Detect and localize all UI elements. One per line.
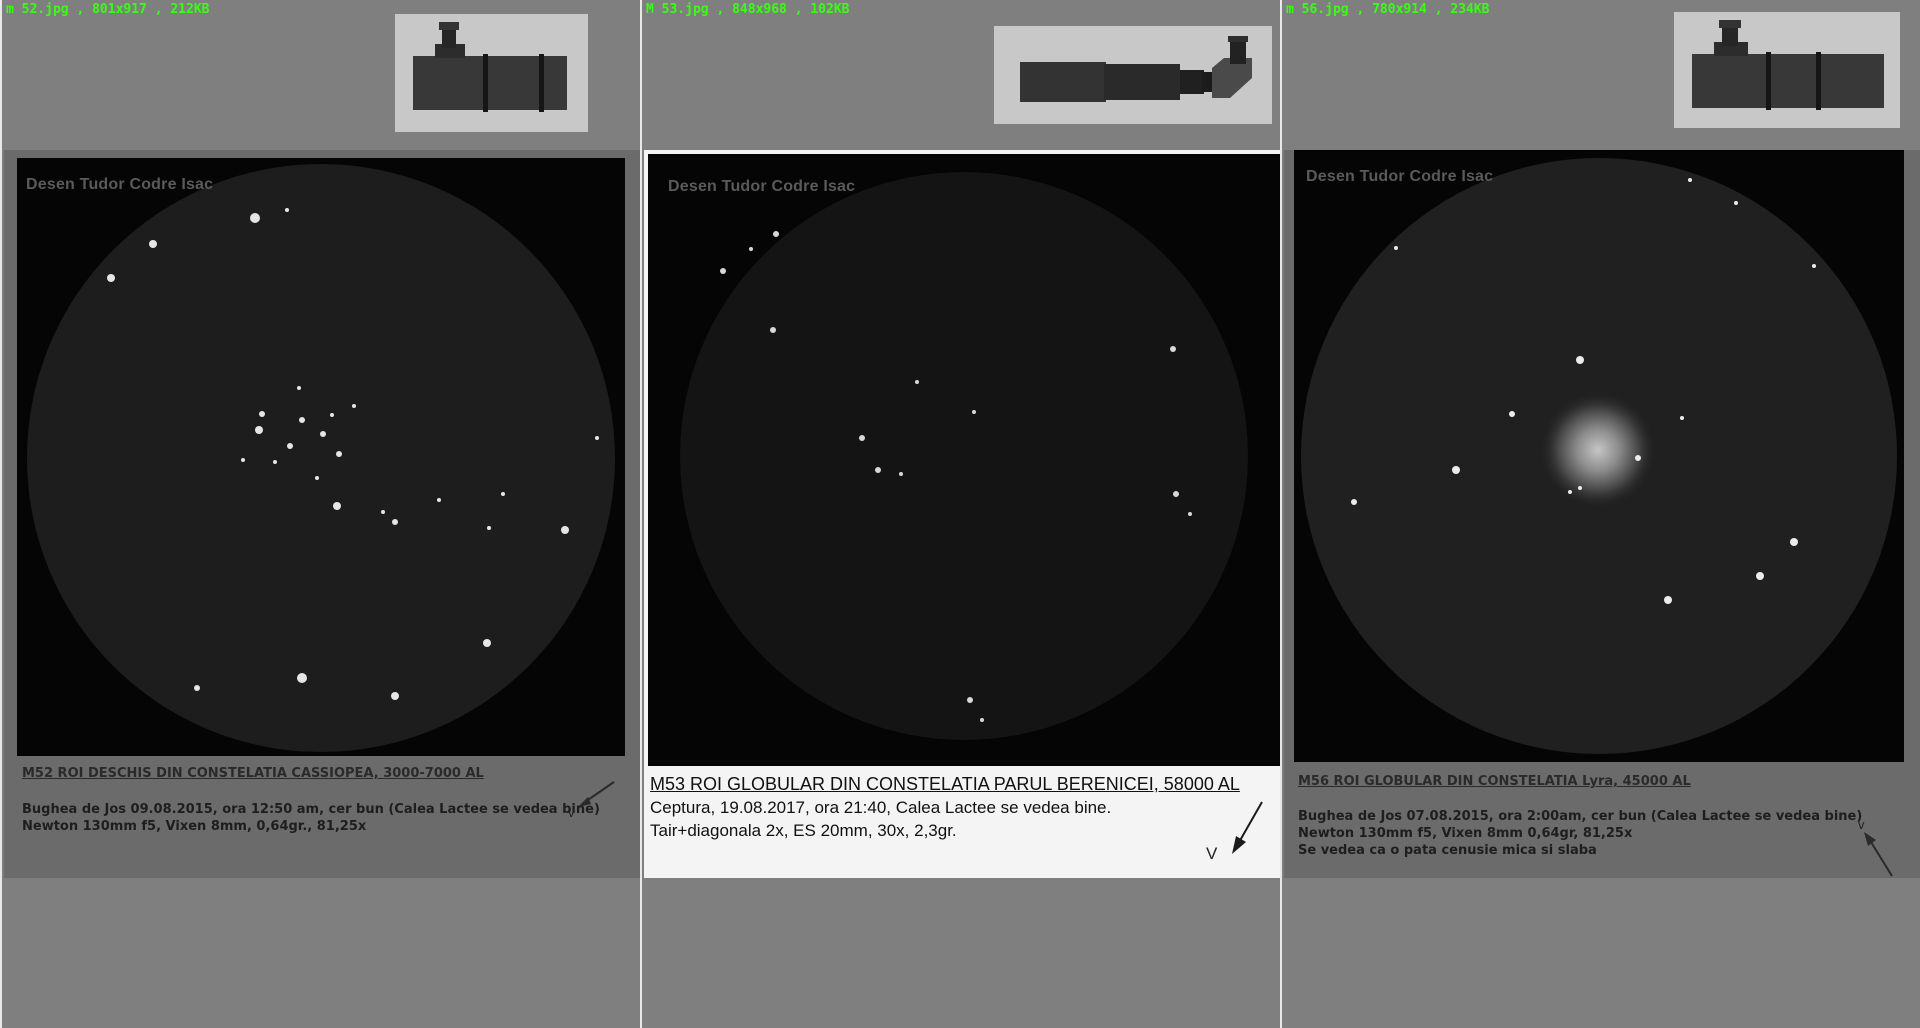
sketch-title: M56 ROI GLOBULAR DIN CONSTELATIA Lyra, 4… (1298, 774, 1691, 789)
star-dot (1790, 538, 1798, 546)
equipment-details: Newton 130mm f5, Vixen 8mm, 0,64gr., 81,… (22, 819, 367, 834)
star-dot (273, 460, 277, 464)
pointer-arrow-icon (1864, 832, 1893, 877)
pointer-arrow-icon (578, 781, 615, 807)
star-dot (1170, 346, 1176, 352)
observation-details: Bughea de Jos 09.08.2015, ora 12:50 am, … (22, 802, 600, 817)
star-dot (1756, 572, 1764, 580)
star-dot (297, 673, 307, 683)
star-dot (259, 411, 265, 417)
star-dot (352, 404, 356, 408)
star-dot (391, 692, 399, 700)
m56-sketch-image: Desen Tudor Codre Isac (1294, 150, 1904, 762)
sketch-sheet: Desen Tudor Codre Isac M53 ROI GLOBULAR … (644, 150, 1280, 878)
star-dot (297, 386, 301, 390)
star-dot (483, 639, 491, 647)
star-dot (501, 492, 505, 496)
star-dot (241, 458, 245, 462)
star-dot (1635, 455, 1641, 461)
sketch-sheet: Desen Tudor Codre Isac M52 ROI DESCHIS D… (4, 150, 640, 878)
watermark-text: Desen Tudor Codre Isac (1306, 168, 1494, 185)
star-dot (773, 231, 779, 237)
star-dot (1452, 466, 1460, 474)
image-panel-m56[interactable]: m 56.jpg , 780x914 , 234KB Desen Tudor C… (1280, 0, 1920, 1028)
image-panel-m53[interactable]: M 53.jpg , 848x968 , 102KB Desen Tudor C… (640, 0, 1280, 1028)
sketch-sheet: Desen Tudor Codre Isac M56 ROI GLOBULAR … (1284, 150, 1920, 878)
newtonian-telescope-icon (395, 14, 588, 132)
star-dot (1173, 491, 1179, 497)
observation-details: Bughea de Jos 07.08.2015, ora 2:00am, ce… (1298, 809, 1863, 824)
star-dot (392, 519, 398, 525)
star-dot (487, 526, 491, 530)
star-dot (194, 685, 200, 691)
star-dot (1688, 178, 1692, 182)
star-dot (1351, 499, 1357, 505)
star-dot (149, 240, 157, 248)
star-dot (770, 327, 776, 333)
star-dot (1576, 356, 1584, 364)
star-dot (1812, 264, 1816, 268)
sketch-title: M53 ROI GLOBULAR DIN CONSTELATIA PARUL B… (650, 774, 1240, 794)
star-dot (250, 213, 260, 223)
star-dot (255, 426, 263, 434)
star-dot (336, 451, 342, 457)
star-dot (333, 502, 341, 510)
star-dot (315, 476, 319, 480)
star-dot (299, 417, 305, 423)
star-dot (595, 436, 599, 440)
observation-details: Ceptura, 19.08.2017, ora 21:40, Calea La… (650, 798, 1112, 817)
star-dot (1188, 512, 1192, 516)
star-dot (107, 274, 115, 282)
star-dot (967, 697, 973, 703)
star-dot (1568, 490, 1572, 494)
star-dot (972, 410, 976, 414)
equipment-details: Tair+diagonala 2x, ES 20mm, 30x, 2,3gr. (650, 821, 957, 840)
newtonian-telescope-icon (1674, 12, 1900, 128)
v-mark: v (568, 805, 575, 820)
star-dot (1578, 486, 1582, 490)
star-dot (287, 443, 293, 449)
star-dot (1664, 596, 1672, 604)
file-info-label: M 53.jpg , 848x968 , 102KB (646, 2, 850, 17)
star-dot (875, 467, 881, 473)
image-panel-m52[interactable]: m 52.jpg , 801x917 , 212KB Desen Tudor C… (0, 0, 640, 1028)
star-dot (859, 435, 865, 441)
star-dot (285, 208, 289, 212)
watermark-text: Desen Tudor Codre Isac (668, 178, 856, 195)
refractor-telescope-icon (994, 26, 1272, 124)
m53-sketch-image: Desen Tudor Codre Isac (648, 154, 1280, 766)
star-dot (899, 472, 903, 476)
watermark-text: Desen Tudor Codre Isac (26, 176, 214, 193)
star-dot (1394, 246, 1398, 250)
v-mark: V (1206, 844, 1218, 863)
star-dot (381, 510, 385, 514)
pointer-arrow-icon (1232, 801, 1263, 854)
m52-sketch-image: Desen Tudor Codre Isac (17, 158, 625, 756)
equipment-details: Newton 130mm f5, Vixen 8mm 0,64gr, 81,25… (1298, 826, 1633, 841)
star-dot (980, 718, 984, 722)
star-dot (1509, 411, 1515, 417)
sketch-title: M52 ROI DESCHIS DIN CONSTELATIA CASSIOPE… (22, 766, 484, 781)
star-dot (561, 526, 569, 534)
star-dot (915, 380, 919, 384)
star-dot (1734, 201, 1738, 205)
star-dot (1680, 416, 1684, 420)
file-info-label: m 56.jpg , 780x914 , 234KB (1286, 2, 1490, 17)
star-dot (749, 247, 753, 251)
star-dot (437, 498, 441, 502)
observation-note: Se vedea ca o pata cenusie mica si slaba (1298, 843, 1597, 858)
star-dot (330, 413, 334, 417)
star-dot (720, 268, 726, 274)
star-dot (320, 431, 326, 437)
file-info-label: m 52.jpg , 801x917 , 212KB (6, 2, 210, 17)
